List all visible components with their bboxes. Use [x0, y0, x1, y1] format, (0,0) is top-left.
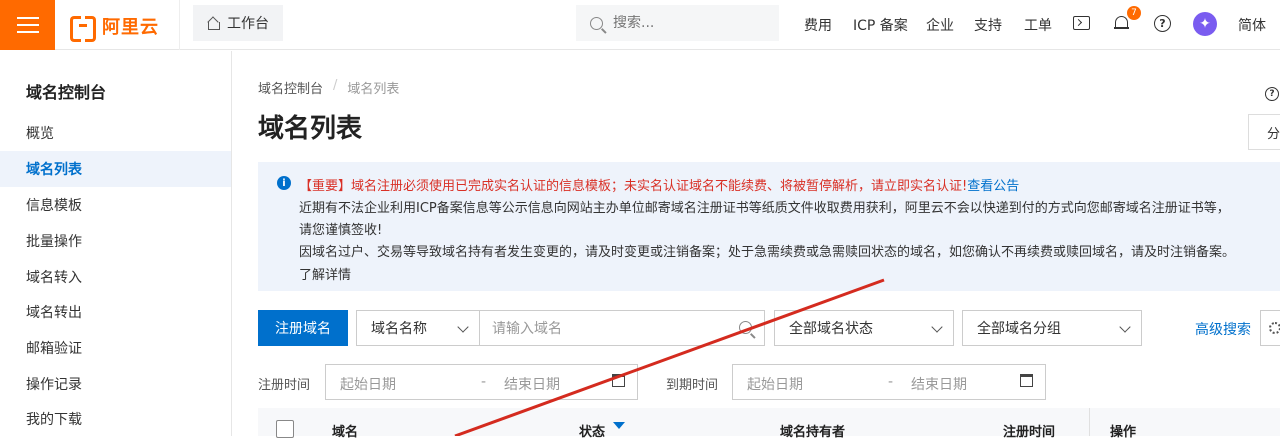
- calendar-icon: [612, 374, 625, 387]
- registration-date-range[interactable]: 起始日期 - 结束日期: [325, 364, 638, 400]
- filter-icon[interactable]: [613, 422, 625, 429]
- breadcrumb-root[interactable]: 域名控制台: [258, 78, 323, 97]
- sidebar-title: 域名控制台: [26, 83, 107, 102]
- search-icon[interactable]: [739, 321, 752, 334]
- help-icon[interactable]: ?: [1154, 15, 1171, 32]
- sidebar-item-my-downloads[interactable]: 我的下载: [0, 401, 231, 437]
- breadcrumb-separator: /: [333, 78, 338, 93]
- sidebar-item-batch-operations[interactable]: 批量操作: [0, 223, 231, 259]
- nav-tickets[interactable]: 工单: [1024, 15, 1052, 35]
- notice-line-4: 因域名过户、交易等导致域名持有者发生变更的，请及时变更或注销备案；处于急需续费或…: [299, 245, 1236, 260]
- home-icon: [207, 17, 220, 30]
- table-header: 域名 状态 域名持有者 注册时间 操作: [258, 408, 1280, 440]
- column-actions: 操作: [1110, 425, 1137, 440]
- column-domain: 域名: [332, 425, 359, 440]
- column-status: 状态: [579, 425, 606, 440]
- search-field-select[interactable]: 域名名称: [356, 310, 480, 346]
- search-input[interactable]: [613, 15, 753, 31]
- notice-line-2: 近期有不法企业利用ICP备案信息等公示信息向网站主办单位邮寄域名注册证书等纸质文…: [299, 201, 1230, 216]
- breadcrumb-current: 域名列表: [347, 82, 400, 97]
- sidebar-item-transfer-out[interactable]: 域名转出: [0, 294, 231, 330]
- workbench-button[interactable]: 工作台: [193, 5, 283, 41]
- hamburger-menu-icon[interactable]: [0, 0, 55, 50]
- domain-status-select[interactable]: 全部域名状态: [774, 310, 954, 346]
- sidebar: 域名控制台 概览 域名列表 信息模板 批量操作 域名转入 域名转出 邮箱验证 操…: [0, 51, 232, 436]
- chevron-down-icon: [457, 321, 469, 333]
- page-help-icon[interactable]: ?: [1265, 87, 1279, 101]
- aliyun-logo[interactable]: 阿里云: [70, 13, 159, 42]
- page-title: 域名列表: [258, 114, 363, 144]
- breadcrumb: 域名控制台 / 域名列表: [258, 78, 399, 97]
- chevron-down-icon: [931, 321, 943, 333]
- sidebar-item-email-verification[interactable]: 邮箱验证: [0, 330, 231, 366]
- topbar-divider: [179, 0, 180, 50]
- info-icon: i: [277, 176, 291, 190]
- expiration-time-label: 到期时间: [666, 378, 719, 393]
- domain-search-input[interactable]: 请输入域名: [479, 310, 765, 346]
- search-icon: [590, 16, 603, 30]
- nav-enterprise[interactable]: 企业: [926, 15, 954, 35]
- view-announcement-link[interactable]: 查看公告: [967, 179, 1019, 194]
- gear-icon: [1269, 322, 1280, 334]
- column-holder: 域名持有者: [780, 425, 846, 440]
- column-registration-time[interactable]: 注册时间: [1003, 421, 1055, 440]
- expiration-date-range[interactable]: 起始日期 - 结束日期: [732, 364, 1046, 400]
- register-domain-button[interactable]: 注册域名: [258, 310, 348, 346]
- nav-billing[interactable]: 费用: [804, 15, 832, 35]
- top-navigation-bar: 阿里云 工作台 费用 ICP 备案 企业 支持 工单 7 ? ✦ 简体: [0, 0, 1280, 50]
- notice-line-3: 请您谨慎签收!: [299, 223, 383, 238]
- advanced-search-link[interactable]: 高级搜索: [1195, 319, 1251, 339]
- calendar-icon: [1020, 374, 1033, 387]
- nav-icp-filing[interactable]: ICP 备案: [853, 15, 908, 35]
- learn-more-link[interactable]: 了解详情: [299, 264, 351, 283]
- nav-support[interactable]: 支持: [974, 15, 1002, 35]
- sidebar-item-operation-log[interactable]: 操作记录: [0, 366, 231, 402]
- column-divider: [1089, 408, 1090, 436]
- notice-line-1: 【重要】域名注册必须使用已完成实名认证的信息模板；未实名认证域名不能续费、将被暂…: [299, 179, 1020, 194]
- sidebar-item-overview[interactable]: 概览: [0, 115, 231, 151]
- registration-time-label: 注册时间: [258, 378, 311, 393]
- notification-badge: 7: [1127, 6, 1141, 20]
- chevron-down-icon: [1119, 321, 1131, 333]
- select-all-checkbox[interactable]: [276, 420, 294, 438]
- important-notice: i 【重要】域名注册必须使用已完成实名认证的信息模板；未实名认证域名不能续费、将…: [258, 162, 1280, 291]
- global-search[interactable]: [576, 5, 779, 41]
- share-button[interactable]: 分: [1248, 114, 1280, 150]
- sidebar-item-domain-list[interactable]: 域名列表: [0, 151, 231, 187]
- domain-group-select[interactable]: 全部域名分组: [962, 310, 1142, 346]
- aliyun-logo-icon: [70, 16, 96, 42]
- sidebar-item-transfer-in[interactable]: 域名转入: [0, 259, 231, 295]
- bell-icon[interactable]: [1114, 14, 1129, 31]
- avatar[interactable]: ✦: [1193, 12, 1217, 36]
- terminal-icon[interactable]: [1073, 16, 1090, 30]
- sidebar-item-info-template[interactable]: 信息模板: [0, 187, 231, 223]
- settings-button[interactable]: [1260, 310, 1280, 346]
